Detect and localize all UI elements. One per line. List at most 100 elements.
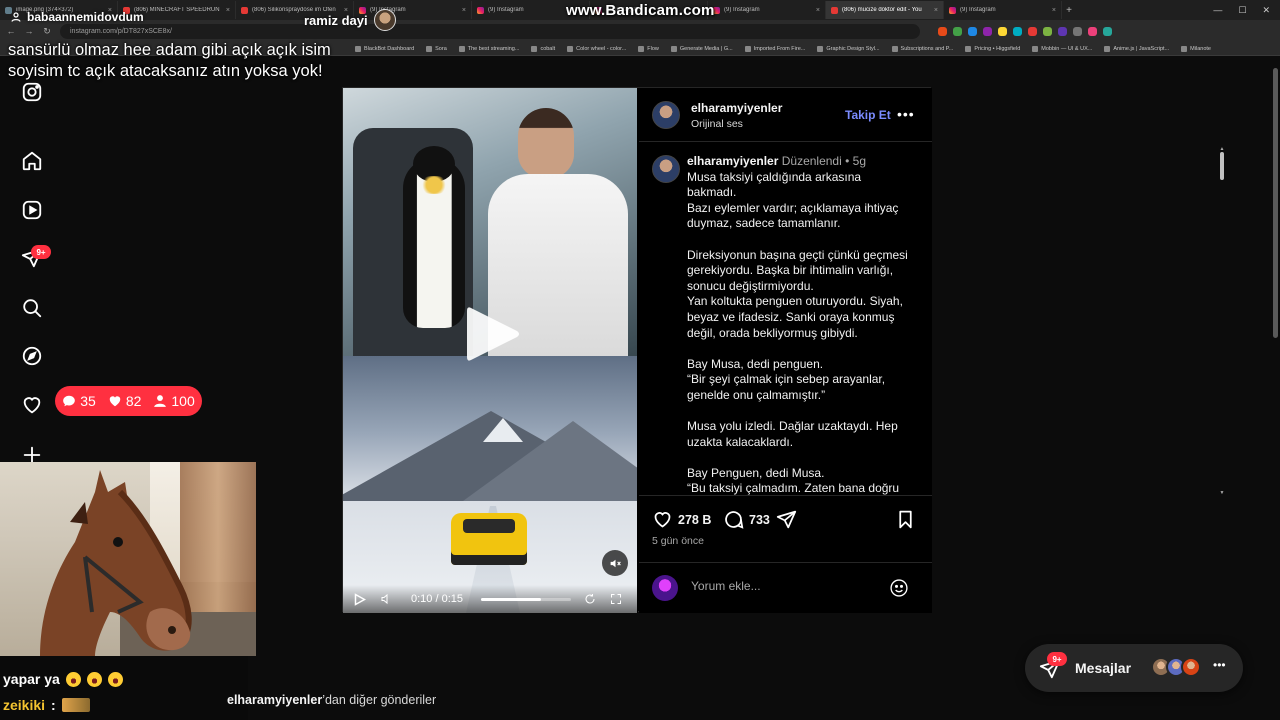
bookmark-item[interactable]: Milanote <box>1181 45 1211 52</box>
caption-scrollbar[interactable]: ▲ ▼ <box>1219 146 1225 496</box>
author-avatar[interactable] <box>652 101 680 129</box>
close-tab-icon[interactable]: × <box>226 7 230 14</box>
comment-count-stat: 35 <box>62 393 96 409</box>
caption-author-avatar[interactable] <box>652 155 680 183</box>
bookmark-item[interactable]: Subscriptions and P... <box>891 45 954 52</box>
more-posts-username[interactable]: elharamyiyenler <box>227 693 322 707</box>
reload-icon[interactable]: ↻ <box>42 26 52 37</box>
extension-icon[interactable] <box>1073 26 1082 36</box>
home-icon[interactable] <box>20 149 44 173</box>
author-username[interactable]: elharamyiyenler <box>691 101 782 115</box>
comment-count: 733 <box>749 512 770 527</box>
explore-icon[interactable] <box>20 344 44 368</box>
maximize-button[interactable]: ☐ <box>1238 5 1246 16</box>
replay-icon[interactable] <box>583 592 597 606</box>
more-posts-heading: elharamyiyenler’dan diğer gönderiler <box>227 693 436 707</box>
extension-icon[interactable] <box>968 26 977 36</box>
close-tab-icon[interactable]: × <box>816 7 820 14</box>
save-button[interactable] <box>895 509 916 530</box>
emoji-picker-icon[interactable] <box>889 578 909 598</box>
fullscreen-icon[interactable] <box>609 592 623 606</box>
extension-icon[interactable] <box>1103 26 1112 36</box>
video-progress-bar[interactable] <box>481 597 571 601</box>
bookmark-item[interactable]: Mobbin — UI & UX... <box>1032 45 1092 52</box>
edited-label: Düzenlendi <box>781 154 842 168</box>
comment-button[interactable]: 733 <box>723 509 770 530</box>
tab-title: (806) mucize doktor edit - You <box>842 7 922 13</box>
page-scrollbar[interactable] <box>1271 56 1280 720</box>
comment-icon <box>725 511 744 529</box>
bookmark-item[interactable]: Pricing • Higgsfield <box>965 45 1020 52</box>
laughing-emoji-icon <box>86 671 102 687</box>
post-modal: 0:10 / 0:15 elharamyiyenler Orijinal ses… <box>342 87 1224 613</box>
bookmark-favicon-icon <box>638 45 645 52</box>
bookmark-item[interactable]: cobalt <box>531 45 555 52</box>
messages-more-icon[interactable]: ••• <box>1213 658 1226 672</box>
video-controls: 0:10 / 0:15 <box>343 585 638 613</box>
close-tab-icon[interactable]: × <box>462 7 466 14</box>
scrollbar-thumb[interactable] <box>1220 152 1224 180</box>
page-scrollbar-thumb[interactable] <box>1273 68 1278 338</box>
video-player[interactable]: 0:10 / 0:15 <box>343 88 638 613</box>
bandicam-watermark: www.Bandicam.com <box>566 2 715 19</box>
share-button[interactable] <box>776 509 797 530</box>
caption-username[interactable]: elharamyiyenler <box>687 154 778 168</box>
mute-toggle-button[interactable] <box>602 550 628 576</box>
browser-tab[interactable]: (806) mucize doktor edit - You × <box>826 1 944 19</box>
new-tab-button[interactable]: + <box>1062 5 1076 16</box>
back-icon[interactable]: ← <box>6 26 16 36</box>
extension-icon[interactable] <box>1058 26 1067 36</box>
like-button[interactable]: 278 B <box>652 509 711 530</box>
extension-icon[interactable] <box>1088 26 1097 36</box>
horse-mask-image <box>40 470 192 656</box>
extension-icon[interactable] <box>1028 26 1037 36</box>
forward-icon[interactable]: → <box>24 26 34 36</box>
bookmark-item[interactable]: Sora <box>426 45 447 52</box>
extension-icon[interactable] <box>953 26 962 36</box>
volume-icon[interactable] <box>379 592 393 606</box>
comment-input[interactable] <box>691 579 871 593</box>
viewer-count-stat: 100 <box>153 393 195 409</box>
chat-message: zeikiki : <box>3 697 90 713</box>
caption-area: elharamyiyenler Düzenlendi • 5g Musa tak… <box>639 143 932 495</box>
audio-label[interactable]: Orijinal ses <box>691 118 743 130</box>
search-icon[interactable] <box>20 296 44 320</box>
bookmark-item[interactable]: Generate Media | G... <box>670 45 733 52</box>
current-user-avatar <box>652 575 678 601</box>
extension-icon[interactable] <box>938 26 947 36</box>
close-tab-icon[interactable]: × <box>1052 7 1056 14</box>
extension-icon[interactable] <box>1013 26 1022 36</box>
post-date: 5 gün önce <box>652 535 704 547</box>
bookmark-icon <box>899 510 912 529</box>
follow-button[interactable]: Takip Et <box>845 108 891 122</box>
play-icon[interactable] <box>353 592 367 606</box>
url-field[interactable]: instagram.com/p/DT827xSCE8x/ <box>60 23 920 39</box>
play-overlay-icon[interactable] <box>465 304 521 364</box>
bookmark-item[interactable]: The best streaming... <box>458 45 519 52</box>
extension-icon[interactable] <box>983 26 992 36</box>
messages-badge: 9+ <box>1047 652 1067 666</box>
messages-button[interactable]: 9+ Mesajlar ••• <box>1025 644 1243 692</box>
reels-icon[interactable] <box>20 198 44 222</box>
bookmark-item[interactable]: Graphic Design Styl... <box>817 45 880 52</box>
extension-icon[interactable] <box>998 26 1007 36</box>
more-options-icon[interactable]: ••• <box>897 106 915 122</box>
bookmark-item[interactable]: Color wheel - color... <box>567 45 626 52</box>
bookmark-item[interactable]: Flow <box>638 45 659 52</box>
bookmark-label: Subscriptions and P... <box>900 45 954 52</box>
bookmark-item[interactable]: Anime.js | JavaScript... <box>1104 45 1169 52</box>
notifications-heart-icon[interactable] <box>20 393 44 417</box>
browser-tab[interactable]: (9) Instagram × <box>944 1 1062 19</box>
comment-bubble-icon <box>63 395 76 407</box>
instagram-logo-icon[interactable] <box>20 80 44 104</box>
bookmark-favicon-icon <box>1104 45 1111 52</box>
close-tab-icon[interactable]: × <box>934 7 938 14</box>
minimize-button[interactable]: — <box>1213 5 1222 16</box>
speaker-muted-icon <box>610 559 621 567</box>
laughing-emoji-icon <box>107 671 123 687</box>
youtube-favicon-icon <box>831 6 838 14</box>
bookmark-item[interactable]: Imported From Fire... <box>744 45 805 52</box>
browser-tab[interactable]: (9) Instagram × <box>708 1 826 19</box>
extension-icon[interactable] <box>1043 26 1052 36</box>
close-window-button[interactable]: ✕ <box>1262 5 1270 16</box>
